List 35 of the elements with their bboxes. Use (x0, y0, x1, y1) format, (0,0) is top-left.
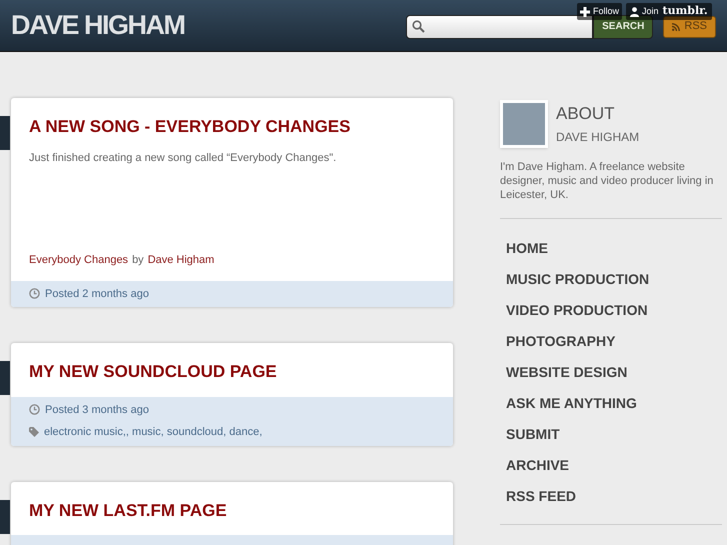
track-link[interactable]: Everybody Changes (29, 252, 128, 268)
nav-link[interactable]: SUBMIT (506, 419, 560, 450)
about-heading: ABOUT (556, 103, 616, 125)
clock-icon (29, 404, 40, 416)
tag-icon (29, 427, 40, 438)
search-field[interactable] (406, 14, 594, 38)
avatar-placeholder (500, 100, 548, 148)
nav-link[interactable]: RSS FEED (506, 481, 576, 512)
post-tags[interactable]: electronic music,, music, soundcloud, dance, (44, 424, 262, 440)
bio-text: I'm Dave Higham. A freelance website designer, music and video producer living in Leicester, UK. (500, 160, 722, 219)
clock-icon (29, 288, 40, 300)
nav-link[interactable]: ASK ME ANYTHING (506, 388, 637, 419)
by-text: by (132, 253, 144, 268)
post-title[interactable]: MY NEW SOUNDCLOUD PAGE (11, 343, 453, 396)
artist-link[interactable]: Dave Higham (148, 252, 214, 268)
nav-link[interactable]: PHOTOGRAPHY (506, 326, 616, 357)
follow-button[interactable]: Follow (577, 3, 622, 20)
plus-icon (580, 6, 590, 16)
join-tumblr-button[interactable]: Join tumblr. (626, 3, 712, 20)
post-date[interactable]: Posted 3 months ago (45, 402, 149, 418)
nav-link[interactable]: ARCHIVE (506, 450, 570, 481)
search-icon (412, 20, 426, 33)
nav-link[interactable]: WEBSITE DESIGN (506, 357, 628, 388)
nav-link[interactable]: VIDEO PRODUCTION (506, 295, 648, 326)
author-name: DAVE HIGHAM (556, 128, 640, 146)
site-title[interactable]: DAVE HIGHAM (11, 5, 185, 46)
search-button[interactable]: SEARCH (593, 14, 654, 38)
person-icon (630, 6, 640, 16)
post-title[interactable]: A NEW SONG - EVERYBODY CHANGES (11, 98, 453, 152)
post-text: Just finished creating a new song called “Everybody Changes". (28, 150, 338, 166)
post-title[interactable]: MY NEW LAST.FM PAGE (11, 482, 453, 535)
rss-icon (672, 22, 680, 30)
nav-link[interactable]: MUSIC PRODUCTION (506, 264, 650, 295)
post-date[interactable]: Posted 2 months ago (45, 286, 149, 302)
nav-link[interactable]: HOME (506, 233, 548, 264)
